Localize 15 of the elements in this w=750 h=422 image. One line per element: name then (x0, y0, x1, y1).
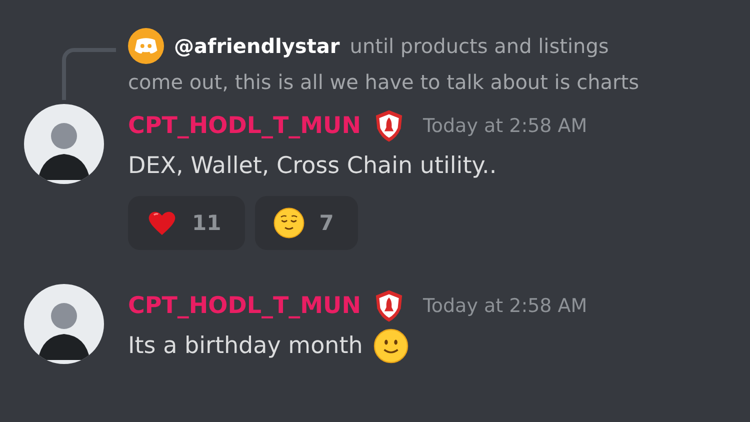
reply-username[interactable]: @afriendlystar (174, 28, 340, 64)
relieved-face-icon (273, 207, 306, 239)
timestamp: Today at 2:58 AM (422, 115, 588, 137)
message-text: DEX, Wallet, Cross Chain utility.. (128, 152, 497, 181)
timestamp: Today at 2:58 AM (422, 295, 588, 317)
message-text: Its a birthday month (128, 332, 363, 361)
reply-connector-line (62, 48, 116, 100)
author-name[interactable]: CPT_HODL_T_MUN (128, 293, 361, 319)
author-name[interactable]: CPT_HODL_T_MUN (128, 113, 361, 139)
bot-avatar-icon (128, 28, 164, 64)
smiling-face-icon (372, 328, 409, 364)
reply-preview-text: until products and listings (350, 33, 609, 60)
reaction-button[interactable]: 11 (128, 196, 246, 250)
reaction-button[interactable]: 7 (255, 196, 358, 250)
reply-preview-text: come out, this is all we have to talk about is charts (128, 69, 640, 96)
